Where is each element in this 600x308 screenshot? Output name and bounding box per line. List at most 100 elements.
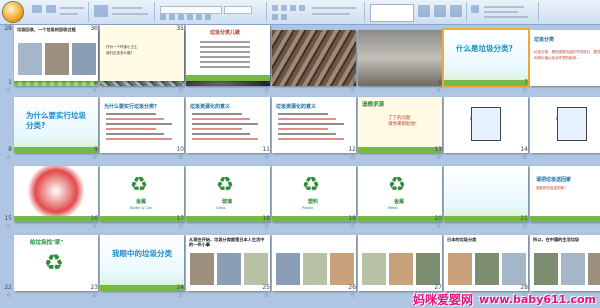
slide-thumbnail[interactable]: ♻ 玻璃 Glass [186, 166, 270, 222]
slide-thumbnail[interactable]: 给垃圾找"家" ♻ [14, 235, 98, 291]
star-icon: ☆ [92, 292, 98, 299]
slide-number: 21 [520, 215, 528, 222]
slide-thumbnail[interactable]: 垃圾分类：是指按照垃圾的不同成分、属性 利用价值以及对环境的影响... 垃圾分类 [530, 30, 600, 86]
slide-thumbnail[interactable]: 垃圾回收，一个垃圾的回收过程 [14, 25, 98, 81]
slide-text: Bottle & Can [130, 206, 153, 210]
ribbon-group-font[interactable] [156, 2, 267, 22]
slide-number: 7 [524, 79, 528, 86]
slide-number: 19 [348, 215, 356, 222]
slide-thumbnail[interactable] [358, 30, 442, 86]
ribbon-group-clipboard[interactable] [28, 2, 89, 22]
star-icon: ☆ [350, 223, 356, 230]
slide-thumbnail[interactable]: 垃圾资源化的意义 [272, 97, 356, 153]
slide-number: 6 [438, 79, 442, 86]
slide-text: 作为一个环保小卫士 [106, 45, 138, 49]
slide-number: 5 [352, 79, 356, 86]
slide-text: 请你来帮助他! [388, 122, 417, 127]
star-icon: ☆ [436, 223, 442, 230]
slide-thumbnail[interactable] [272, 235, 356, 291]
slide-number: 12 [348, 146, 356, 153]
slide-thumbnail[interactable]: 厨余垃圾Kitchen waste [444, 97, 528, 153]
recycle-icon: ♻ [44, 251, 64, 276]
slide-title: 什么是垃圾分类? [456, 44, 513, 53]
slide-title: 金属 [394, 199, 405, 205]
slide-thumbnail[interactable]: 我眼中的垃圾分类 [100, 235, 184, 291]
slide-thumbnail[interactable]: 为什么要实行垃圾分类? [100, 97, 184, 153]
ribbon [0, 0, 600, 25]
slide-number: 9 [94, 146, 98, 153]
star-icon: ☆ [178, 223, 184, 230]
slide-thumbnail[interactable]: 追根求源 丁丁的问题 请你来帮助他! [358, 97, 442, 153]
star-icon: ☆ [264, 87, 270, 94]
slide-thumbnail[interactable] [14, 166, 98, 222]
slide-title: 垃圾资源化的意义 [190, 104, 231, 110]
slide-thumbnail[interactable]: 日本的垃圾分类 [444, 235, 528, 291]
slide-thumbnail[interactable]: ♻ 塑料 Plastic [272, 166, 356, 222]
slide-number: 25 [262, 284, 270, 291]
slide-thumbnail[interactable]: 电池Battery [530, 97, 600, 153]
slide-number: 13 [434, 146, 442, 153]
slide-title: 从现在开始，垃圾分类就是日本人生活中的一件小事 [189, 237, 265, 247]
slide-sorter[interactable]: 给垃圾找家1☆2☆3☆4☆5☆什么是垃圾分类?6☆垃圾分类：是指按照垃圾的不同成… [0, 25, 600, 308]
slide-number: 17 [176, 215, 184, 222]
star-icon: ☆ [178, 87, 184, 94]
slide-title: 日本的垃圾分类 [447, 237, 477, 242]
star-icon: ☆ [264, 292, 270, 299]
slide-thumbnail[interactable] [444, 166, 528, 222]
slide-number: 1 [8, 79, 12, 86]
slide-thumbnail[interactable]: 请把垃圾送回家 谁能把垃圾送回家? [530, 166, 600, 222]
slide-thumbnail[interactable]: ♻ 金属 Metal [358, 166, 442, 222]
slide-text: 谁能把垃圾送回家? [536, 186, 566, 190]
slide-title: 垃圾分类 [534, 37, 555, 43]
star-icon: ☆ [92, 87, 98, 94]
slide-title: 我眼中的垃圾分类 [112, 249, 172, 258]
star-icon: ☆ [6, 223, 12, 230]
star-icon: ☆ [178, 154, 184, 161]
watermark-url: www.baby611.com [479, 292, 596, 306]
slide-text: Glass [216, 206, 226, 210]
star-icon: ☆ [350, 154, 356, 161]
slide-number: 14 [520, 146, 528, 153]
star-icon: ☆ [92, 154, 98, 161]
slide-number: 18 [262, 215, 270, 222]
watermark-cn: 妈咪爱婴网 [413, 292, 474, 307]
slide-thumbnail[interactable]: 为什么要实行垃圾分类? [14, 97, 98, 153]
slide-number: 11 [262, 146, 270, 153]
star-icon: ☆ [436, 154, 442, 161]
slide-thumbnail[interactable]: 从现在开始，垃圾分类就是日本人生活中的一件小事 [186, 235, 270, 291]
slide-thumbnail[interactable]: 所以，在中国的生活垃圾 [530, 235, 600, 291]
watermark: 妈咪爱婴网 www.baby611.com [413, 292, 596, 307]
slide-number: 24 [176, 284, 184, 291]
slide-thumbnail[interactable]: ♻ 金属 Bottle & Can [100, 166, 184, 222]
slide-number: 10 [176, 146, 184, 153]
star-icon: ☆ [522, 154, 528, 161]
recycle-icon: ♻ [130, 172, 148, 196]
slide-thumbnail[interactable]: 垃圾资源化的意义 [186, 97, 270, 153]
slide-thumbnail[interactable] [358, 235, 442, 291]
ribbon-group-editing[interactable] [468, 2, 539, 22]
slide-thumbnail[interactable]: 什么是垃圾分类? [442, 28, 530, 88]
slide-number: 22 [4, 284, 12, 291]
office-button-icon[interactable] [3, 2, 23, 22]
star-icon: ☆ [178, 25, 184, 32]
slide-thumbnail[interactable]: 垃圾分类儿歌 [186, 25, 270, 81]
slide-title: 给垃圾找"家" [30, 240, 64, 246]
star-icon: ☆ [522, 87, 528, 94]
slide-thumbnail[interactable] [272, 30, 356, 86]
star-icon: ☆ [350, 292, 356, 299]
star-icon: ☆ [350, 87, 356, 94]
ribbon-group-drawing[interactable] [366, 2, 467, 22]
slide-number: 16 [90, 215, 98, 222]
slide-title: 垃圾资源化的意义 [276, 104, 317, 110]
slide-title: 为什么要实行垃圾分类? [104, 104, 157, 110]
slide-text: 垃圾分类：是指按照垃圾的不同成分、属性 [534, 50, 600, 54]
recycle-icon: ♻ [388, 172, 406, 196]
ribbon-group-slides[interactable] [90, 2, 155, 22]
ribbon-group-paragraph[interactable] [268, 2, 365, 22]
slide-title: 请把垃圾送回家 [536, 177, 572, 183]
slide-title: 玻璃 [222, 199, 233, 205]
slide-thumbnail[interactable]: 作为一个环保小卫士 我们应该怎么做？ [100, 25, 184, 81]
slide-number: 15 [4, 215, 12, 222]
star-icon: ☆ [92, 25, 98, 32]
star-icon: ☆ [6, 87, 12, 94]
